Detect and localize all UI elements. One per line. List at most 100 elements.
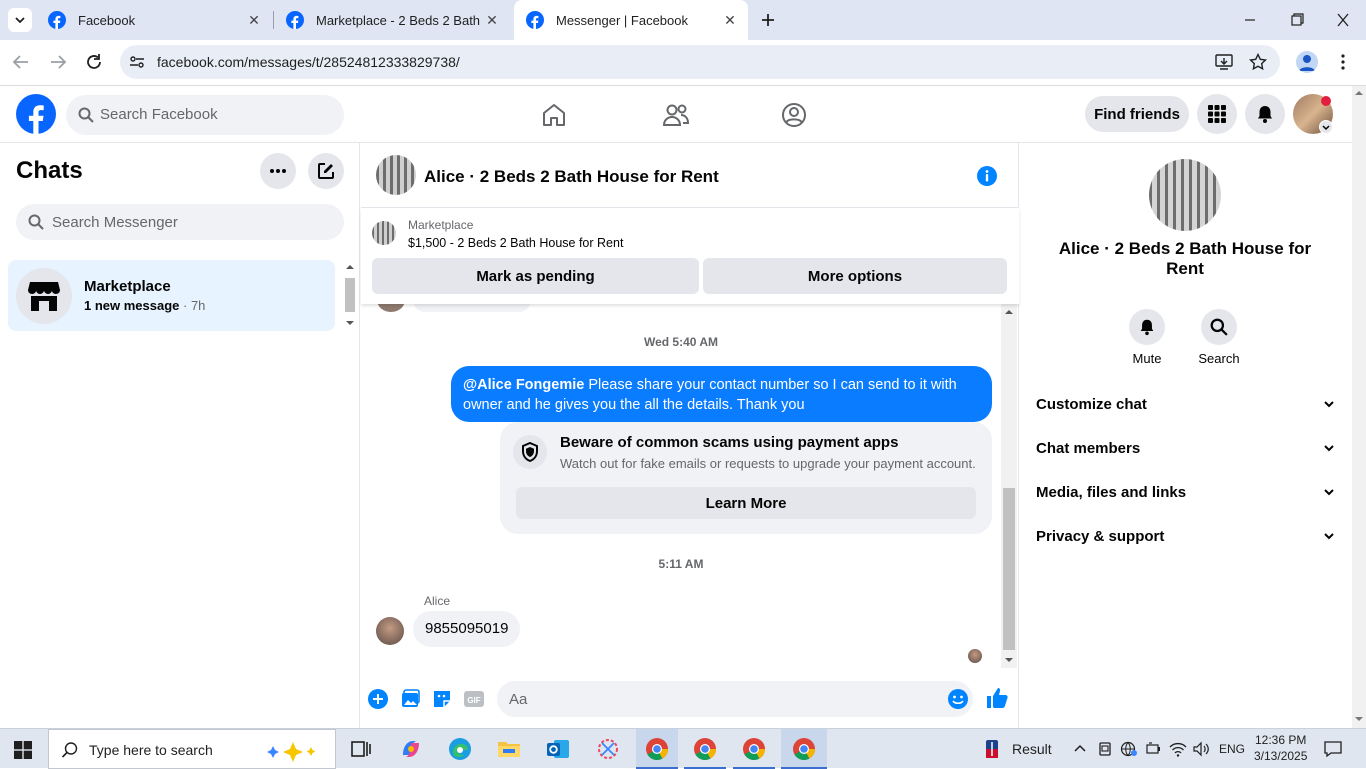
nav-friends[interactable]	[662, 102, 690, 128]
sports-result-icon[interactable]	[985, 739, 999, 759]
language-indicator[interactable]: ENG	[1219, 742, 1245, 756]
mute-action[interactable]: Mute	[1117, 309, 1177, 366]
chat-members-section[interactable]: Chat members	[1036, 428, 1336, 468]
more-options-button[interactable]: More options	[703, 258, 1007, 294]
menu-button[interactable]	[1197, 94, 1237, 134]
conversation-photo[interactable]	[1149, 159, 1221, 231]
incoming-message[interactable]: 9855095019	[413, 611, 521, 647]
media-files-links-section[interactable]: Media, files and links	[1036, 472, 1336, 512]
edge-icon[interactable]	[446, 735, 474, 763]
chevron-up-icon[interactable]	[1073, 742, 1087, 756]
listing-price-title[interactable]: $1,500 - 2 Beds 2 Bath House for Rent	[408, 236, 623, 250]
device-icon[interactable]	[1097, 741, 1113, 757]
plus-circle-icon[interactable]	[367, 688, 389, 710]
mute-button[interactable]	[1129, 309, 1165, 345]
nav-profile[interactable]	[781, 102, 807, 128]
back-button[interactable]	[10, 51, 32, 73]
notification-center-icon[interactable]	[1324, 740, 1342, 758]
tab-marketplace[interactable]: Marketplace - 2 Beds 2 Bath Ho ✕	[274, 0, 510, 40]
conversation-title[interactable]: Alice · 2 Beds 2 Bath House for Rent	[424, 167, 719, 187]
scroll-up-icon[interactable]	[1352, 86, 1366, 100]
nav-home[interactable]	[541, 102, 567, 128]
start-button[interactable]	[14, 741, 32, 759]
reload-button[interactable]	[83, 51, 105, 73]
star-icon[interactable]	[1249, 53, 1267, 71]
close-icon[interactable]: ✕	[480, 8, 504, 32]
scroll-up-icon[interactable]	[343, 260, 357, 274]
scrollbar-thumb[interactable]	[1003, 488, 1015, 650]
chat-options-button[interactable]	[260, 153, 296, 189]
chrome-window-1[interactable]	[636, 729, 678, 769]
gif-icon[interactable]: GIF	[463, 688, 485, 710]
message-input[interactable]: Aa	[497, 681, 973, 717]
wifi-icon[interactable]	[1169, 741, 1187, 757]
thread-scrollbar[interactable]	[1001, 304, 1017, 668]
tab-search-button[interactable]	[8, 8, 32, 32]
listing-thumbnail[interactable]	[372, 221, 396, 245]
tab-facebook[interactable]: Facebook ✕	[36, 0, 272, 40]
chat-list-scrollbar[interactable]	[343, 260, 357, 332]
network-globe-icon[interactable]	[1120, 741, 1138, 757]
address-bar[interactable]: facebook.com/messages/t/2852481233382973…	[120, 45, 1280, 79]
new-tab-button[interactable]	[756, 8, 780, 32]
scam-warning-title: Beware of common scams using payment app…	[560, 434, 899, 451]
conversation-avatar[interactable]	[376, 155, 416, 195]
close-window-button[interactable]	[1331, 10, 1355, 30]
site-info-icon[interactable]	[129, 54, 145, 70]
forward-button[interactable]	[47, 51, 69, 73]
outgoing-message[interactable]: @Alice Fongemie Please share your contac…	[451, 366, 992, 422]
copilot-icon[interactable]	[397, 735, 425, 763]
taskbar-search-box[interactable]: Type here to search	[48, 729, 336, 769]
storefront-icon	[28, 282, 60, 311]
search-icon	[28, 214, 44, 230]
chat-list-item[interactable]: Marketplace 1 new message · 7h	[8, 260, 335, 331]
task-view-icon[interactable]	[346, 735, 374, 763]
account-avatar[interactable]	[1293, 94, 1333, 134]
close-icon[interactable]: ✕	[718, 8, 742, 32]
page-scrollbar[interactable]	[1352, 86, 1366, 728]
chrome-window-3[interactable]	[733, 729, 775, 769]
minimize-button[interactable]	[1238, 12, 1262, 28]
snipping-tool-icon[interactable]	[594, 735, 622, 763]
thumbs-up-icon[interactable]	[985, 686, 1009, 710]
file-explorer-icon[interactable]	[495, 735, 523, 763]
install-app-icon[interactable]	[1215, 53, 1233, 71]
image-icon[interactable]	[399, 688, 421, 710]
marketplace-banner: Marketplace $1,500 - 2 Beds 2 Bath House…	[361, 208, 1019, 304]
mark-as-pending-button[interactable]: Mark as pending	[372, 258, 699, 294]
profile-button[interactable]	[1296, 51, 1318, 73]
messenger-search-input[interactable]: Search Messenger	[16, 204, 344, 240]
customize-chat-section[interactable]: Customize chat	[1036, 384, 1336, 424]
copilot-sparkle-icon[interactable]	[265, 736, 325, 764]
weather-text[interactable]: Result	[1012, 741, 1052, 757]
scroll-down-icon[interactable]	[343, 316, 357, 330]
sticker-icon[interactable]	[431, 688, 453, 710]
tab-messenger[interactable]: Messenger | Facebook ✕	[514, 0, 748, 40]
sender-avatar[interactable]	[376, 617, 404, 645]
browser-menu-button[interactable]	[1336, 52, 1350, 72]
chrome-window-4[interactable]	[781, 729, 827, 769]
scroll-down-icon[interactable]	[1001, 652, 1017, 668]
scroll-down-icon[interactable]	[1352, 712, 1366, 726]
taskbar-clock[interactable]: 12:36 PM 3/13/2025	[1254, 732, 1307, 764]
find-friends-button[interactable]: Find friends	[1085, 96, 1189, 132]
privacy-support-section[interactable]: Privacy & support	[1036, 516, 1336, 556]
facebook-logo-icon[interactable]	[16, 94, 56, 134]
learn-more-button[interactable]: Learn More	[516, 487, 976, 519]
info-icon[interactable]	[976, 165, 998, 187]
scroll-up-icon[interactable]	[1001, 304, 1017, 320]
search-action[interactable]: Search	[1189, 309, 1249, 366]
new-message-button[interactable]	[308, 153, 344, 189]
outlook-icon[interactable]	[544, 735, 572, 763]
mention[interactable]: @Alice Fongemie	[463, 377, 584, 393]
restore-button[interactable]	[1285, 10, 1309, 30]
close-icon[interactable]: ✕	[242, 8, 266, 32]
facebook-search-input[interactable]: Search Facebook	[66, 95, 344, 135]
battery-icon[interactable]	[1145, 741, 1161, 757]
search-button[interactable]	[1201, 309, 1237, 345]
chrome-window-2[interactable]	[684, 729, 726, 769]
volume-icon[interactable]	[1192, 741, 1210, 757]
notifications-button[interactable]	[1245, 94, 1285, 134]
emoji-icon[interactable]	[947, 688, 969, 710]
scrollbar-thumb[interactable]	[345, 278, 355, 312]
